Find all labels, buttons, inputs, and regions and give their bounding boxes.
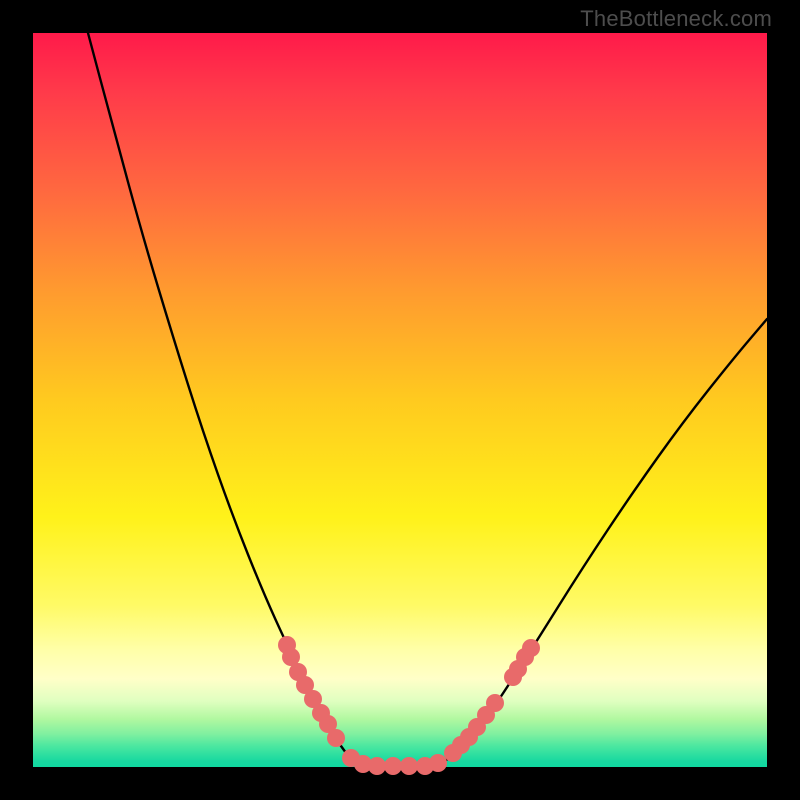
- data-marker: [368, 757, 386, 775]
- marker-group: [278, 636, 540, 775]
- data-marker: [400, 757, 418, 775]
- curve-group: [88, 33, 767, 766]
- data-marker: [384, 757, 402, 775]
- curve-right-branch: [433, 319, 767, 765]
- curve-left-branch: [88, 33, 367, 765]
- chart-svg: [33, 33, 767, 767]
- outer-frame: TheBottleneck.com: [0, 0, 800, 800]
- data-marker: [327, 729, 345, 747]
- data-marker: [429, 754, 447, 772]
- watermark-text: TheBottleneck.com: [580, 6, 772, 32]
- data-marker: [522, 639, 540, 657]
- data-marker: [486, 694, 504, 712]
